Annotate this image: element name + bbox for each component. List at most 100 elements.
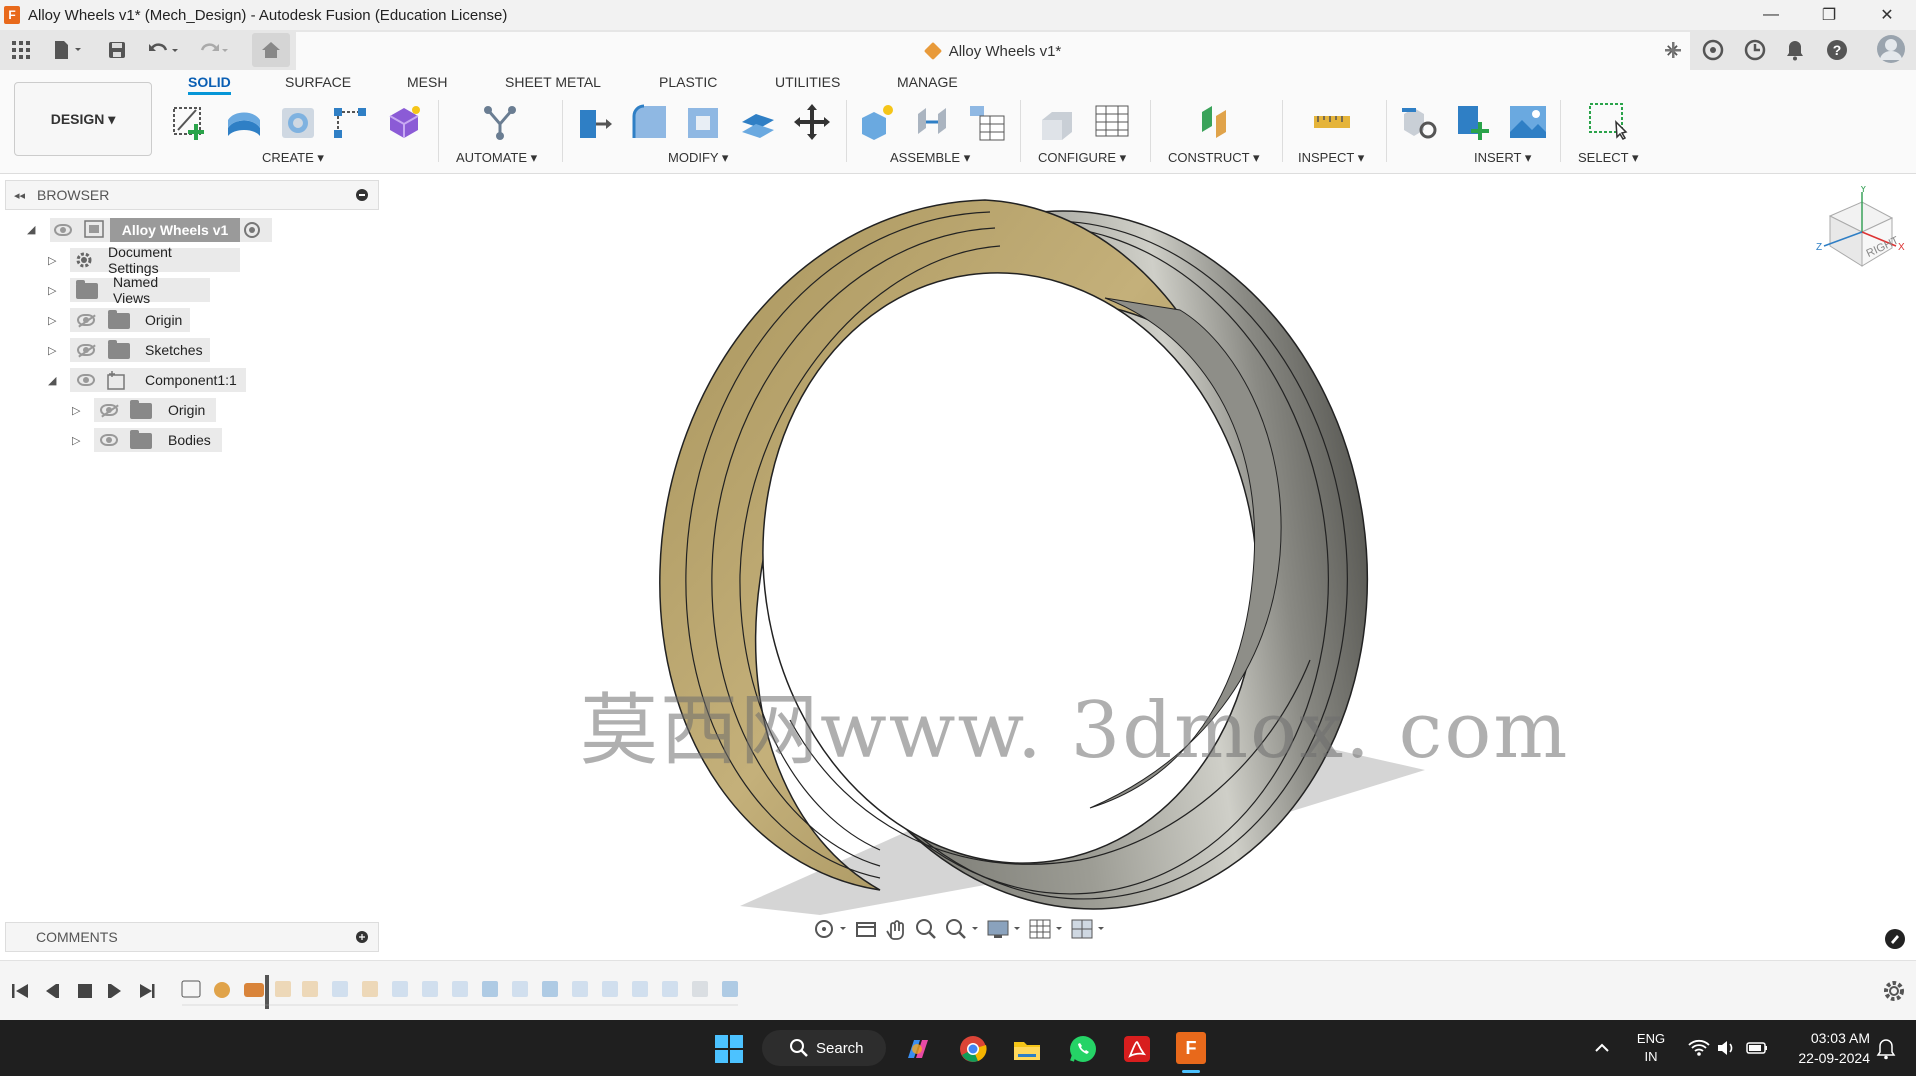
inspect-menu[interactable]: INSPECT ▾ bbox=[1298, 150, 1364, 166]
tree-item-document-settings[interactable]: Document Settings bbox=[108, 244, 172, 276]
select-window-icon[interactable] bbox=[1588, 102, 1628, 142]
show-hidden-icons[interactable] bbox=[1594, 1038, 1610, 1058]
collapse-arrow-icon[interactable]: ◢ bbox=[48, 374, 56, 387]
tree-item-sketches[interactable]: Sketches bbox=[145, 338, 203, 362]
hidden-eye-icon[interactable] bbox=[77, 344, 95, 356]
taskbar-search[interactable]: Search bbox=[762, 1030, 886, 1066]
automate-menu[interactable]: AUTOMATE ▾ bbox=[456, 150, 537, 166]
tree-item-component[interactable]: Component1:1 bbox=[145, 368, 237, 392]
expand-arrow-icon[interactable]: ▷ bbox=[48, 314, 56, 327]
viewports-icon[interactable] bbox=[1070, 917, 1106, 941]
tab-utilities[interactable]: UTILITIES bbox=[775, 74, 840, 90]
insert-canvas-icon[interactable] bbox=[1508, 102, 1548, 142]
copilot-icon[interactable] bbox=[902, 1034, 932, 1064]
grid-settings-icon[interactable] bbox=[1028, 917, 1064, 941]
close-window-button[interactable]: ✕ bbox=[1858, 0, 1916, 30]
visibility-eye-icon[interactable] bbox=[100, 434, 118, 446]
battery-icon[interactable] bbox=[1746, 1038, 1768, 1058]
tree-item-bodies[interactable]: Bodies bbox=[168, 428, 211, 452]
tab-solid[interactable]: SOLID bbox=[188, 74, 231, 95]
collapse-browser-icon[interactable]: ◂◂ bbox=[14, 189, 25, 202]
workspace-switcher-button[interactable]: DESIGN ▾ bbox=[14, 82, 152, 156]
wheel-rim-model[interactable] bbox=[0, 174, 1916, 960]
file-explorer-icon[interactable] bbox=[1012, 1034, 1042, 1064]
orbit-icon[interactable] bbox=[812, 917, 848, 941]
pan-icon[interactable] bbox=[884, 917, 908, 941]
new-tab-icon[interactable] bbox=[1660, 36, 1686, 64]
shell-icon[interactable] bbox=[684, 102, 724, 142]
comments-panel-header[interactable]: COMMENTS bbox=[5, 922, 379, 952]
timeline-marker[interactable] bbox=[265, 975, 269, 1009]
select-menu[interactable]: SELECT ▾ bbox=[1578, 150, 1638, 166]
minimize-button[interactable]: — bbox=[1742, 0, 1800, 30]
job-status-icon[interactable] bbox=[1742, 38, 1768, 62]
extensions-icon[interactable] bbox=[1700, 38, 1726, 62]
tab-manage[interactable]: MANAGE bbox=[897, 74, 958, 90]
zoom-icon[interactable] bbox=[914, 917, 938, 941]
insert-mesh-icon[interactable] bbox=[1454, 102, 1494, 142]
redo-icon[interactable] bbox=[196, 38, 232, 62]
chrome-icon[interactable] bbox=[958, 1034, 988, 1064]
tab-surface[interactable]: SURFACE bbox=[285, 74, 351, 90]
expand-arrow-icon[interactable]: ▷ bbox=[72, 434, 80, 447]
joint-icon[interactable] bbox=[912, 102, 952, 142]
new-component-icon[interactable] bbox=[858, 102, 898, 142]
fit-icon[interactable] bbox=[944, 917, 980, 941]
canvas-viewport[interactable]: 莫西网www. 3dmox. com Y X Z RIGHT bbox=[0, 174, 1916, 960]
go-to-start-icon[interactable] bbox=[12, 984, 28, 998]
notifications-icon[interactable] bbox=[1782, 38, 1808, 62]
create-form-icon[interactable] bbox=[384, 102, 424, 142]
fillet-icon[interactable] bbox=[630, 102, 670, 142]
tree-item-origin[interactable]: Origin bbox=[145, 308, 182, 332]
language-indicator[interactable]: ENG IN bbox=[1628, 1030, 1674, 1066]
root-component-label[interactable]: Alloy Wheels v1 bbox=[110, 218, 240, 242]
create-menu[interactable]: CREATE ▾ bbox=[262, 150, 324, 166]
notification-center-icon[interactable] bbox=[1876, 1038, 1896, 1060]
browser-pin-button[interactable] bbox=[356, 189, 368, 201]
create-sketch-icon[interactable] bbox=[170, 102, 210, 142]
hidden-eye-icon[interactable] bbox=[77, 314, 95, 326]
assemble-menu[interactable]: ASSEMBLE ▾ bbox=[890, 150, 970, 166]
browser-panel-header[interactable]: ◂◂ BROWSER bbox=[5, 180, 379, 210]
expand-arrow-icon[interactable]: ▷ bbox=[48, 284, 56, 297]
whatsapp-icon[interactable] bbox=[1068, 1034, 1098, 1064]
bill-of-materials-icon[interactable] bbox=[966, 102, 1006, 142]
combine-icon[interactable] bbox=[738, 102, 778, 142]
configure-icon[interactable] bbox=[1038, 102, 1078, 142]
user-avatar[interactable] bbox=[1876, 34, 1906, 64]
expand-arrow-icon[interactable]: ▷ bbox=[48, 254, 56, 267]
configure-menu[interactable]: CONFIGURE ▾ bbox=[1038, 150, 1126, 166]
save-icon[interactable] bbox=[104, 38, 130, 62]
tab-mesh[interactable]: MESH bbox=[407, 74, 447, 90]
undo-icon[interactable] bbox=[146, 38, 182, 62]
viewcube[interactable]: Y X Z RIGHT bbox=[1812, 186, 1908, 282]
pattern-icon[interactable] bbox=[330, 102, 370, 142]
timeline-settings-gear-icon[interactable] bbox=[1882, 979, 1906, 1003]
document-tab[interactable]: Alloy Wheels v1* ✕ bbox=[296, 32, 1690, 70]
construct-menu[interactable]: CONSTRUCT ▾ bbox=[1168, 150, 1260, 166]
step-back-icon[interactable] bbox=[46, 984, 59, 998]
automate-icon[interactable] bbox=[480, 102, 520, 142]
tab-sheet-metal[interactable]: SHEET METAL bbox=[505, 74, 601, 90]
look-at-icon[interactable] bbox=[854, 917, 878, 941]
home-icon[interactable] bbox=[252, 33, 290, 67]
go-to-end-icon[interactable] bbox=[140, 984, 155, 998]
move-icon[interactable] bbox=[792, 102, 832, 142]
chat-icon[interactable] bbox=[1884, 928, 1906, 950]
visibility-eye-icon[interactable] bbox=[77, 374, 95, 386]
modify-menu[interactable]: MODIFY ▾ bbox=[668, 150, 728, 166]
stop-icon[interactable] bbox=[78, 984, 92, 998]
press-pull-icon[interactable] bbox=[576, 102, 616, 142]
step-forward-icon[interactable] bbox=[108, 984, 121, 998]
visibility-eye-icon[interactable] bbox=[54, 224, 72, 236]
app-grid-icon[interactable] bbox=[8, 38, 34, 62]
insert-derive-icon[interactable] bbox=[1400, 102, 1440, 142]
maximize-button[interactable]: ❐ bbox=[1800, 0, 1858, 30]
fusion-taskbar-icon[interactable]: F bbox=[1176, 1032, 1206, 1064]
clock[interactable]: 03:03 AM 22-09-2024 bbox=[1780, 1028, 1870, 1068]
help-icon[interactable]: ? bbox=[1824, 38, 1850, 62]
offset-plane-icon[interactable] bbox=[1196, 102, 1236, 142]
hidden-eye-icon[interactable] bbox=[100, 404, 118, 416]
collapse-arrow-icon[interactable]: ◢ bbox=[27, 223, 35, 236]
display-settings-icon[interactable] bbox=[986, 917, 1022, 941]
